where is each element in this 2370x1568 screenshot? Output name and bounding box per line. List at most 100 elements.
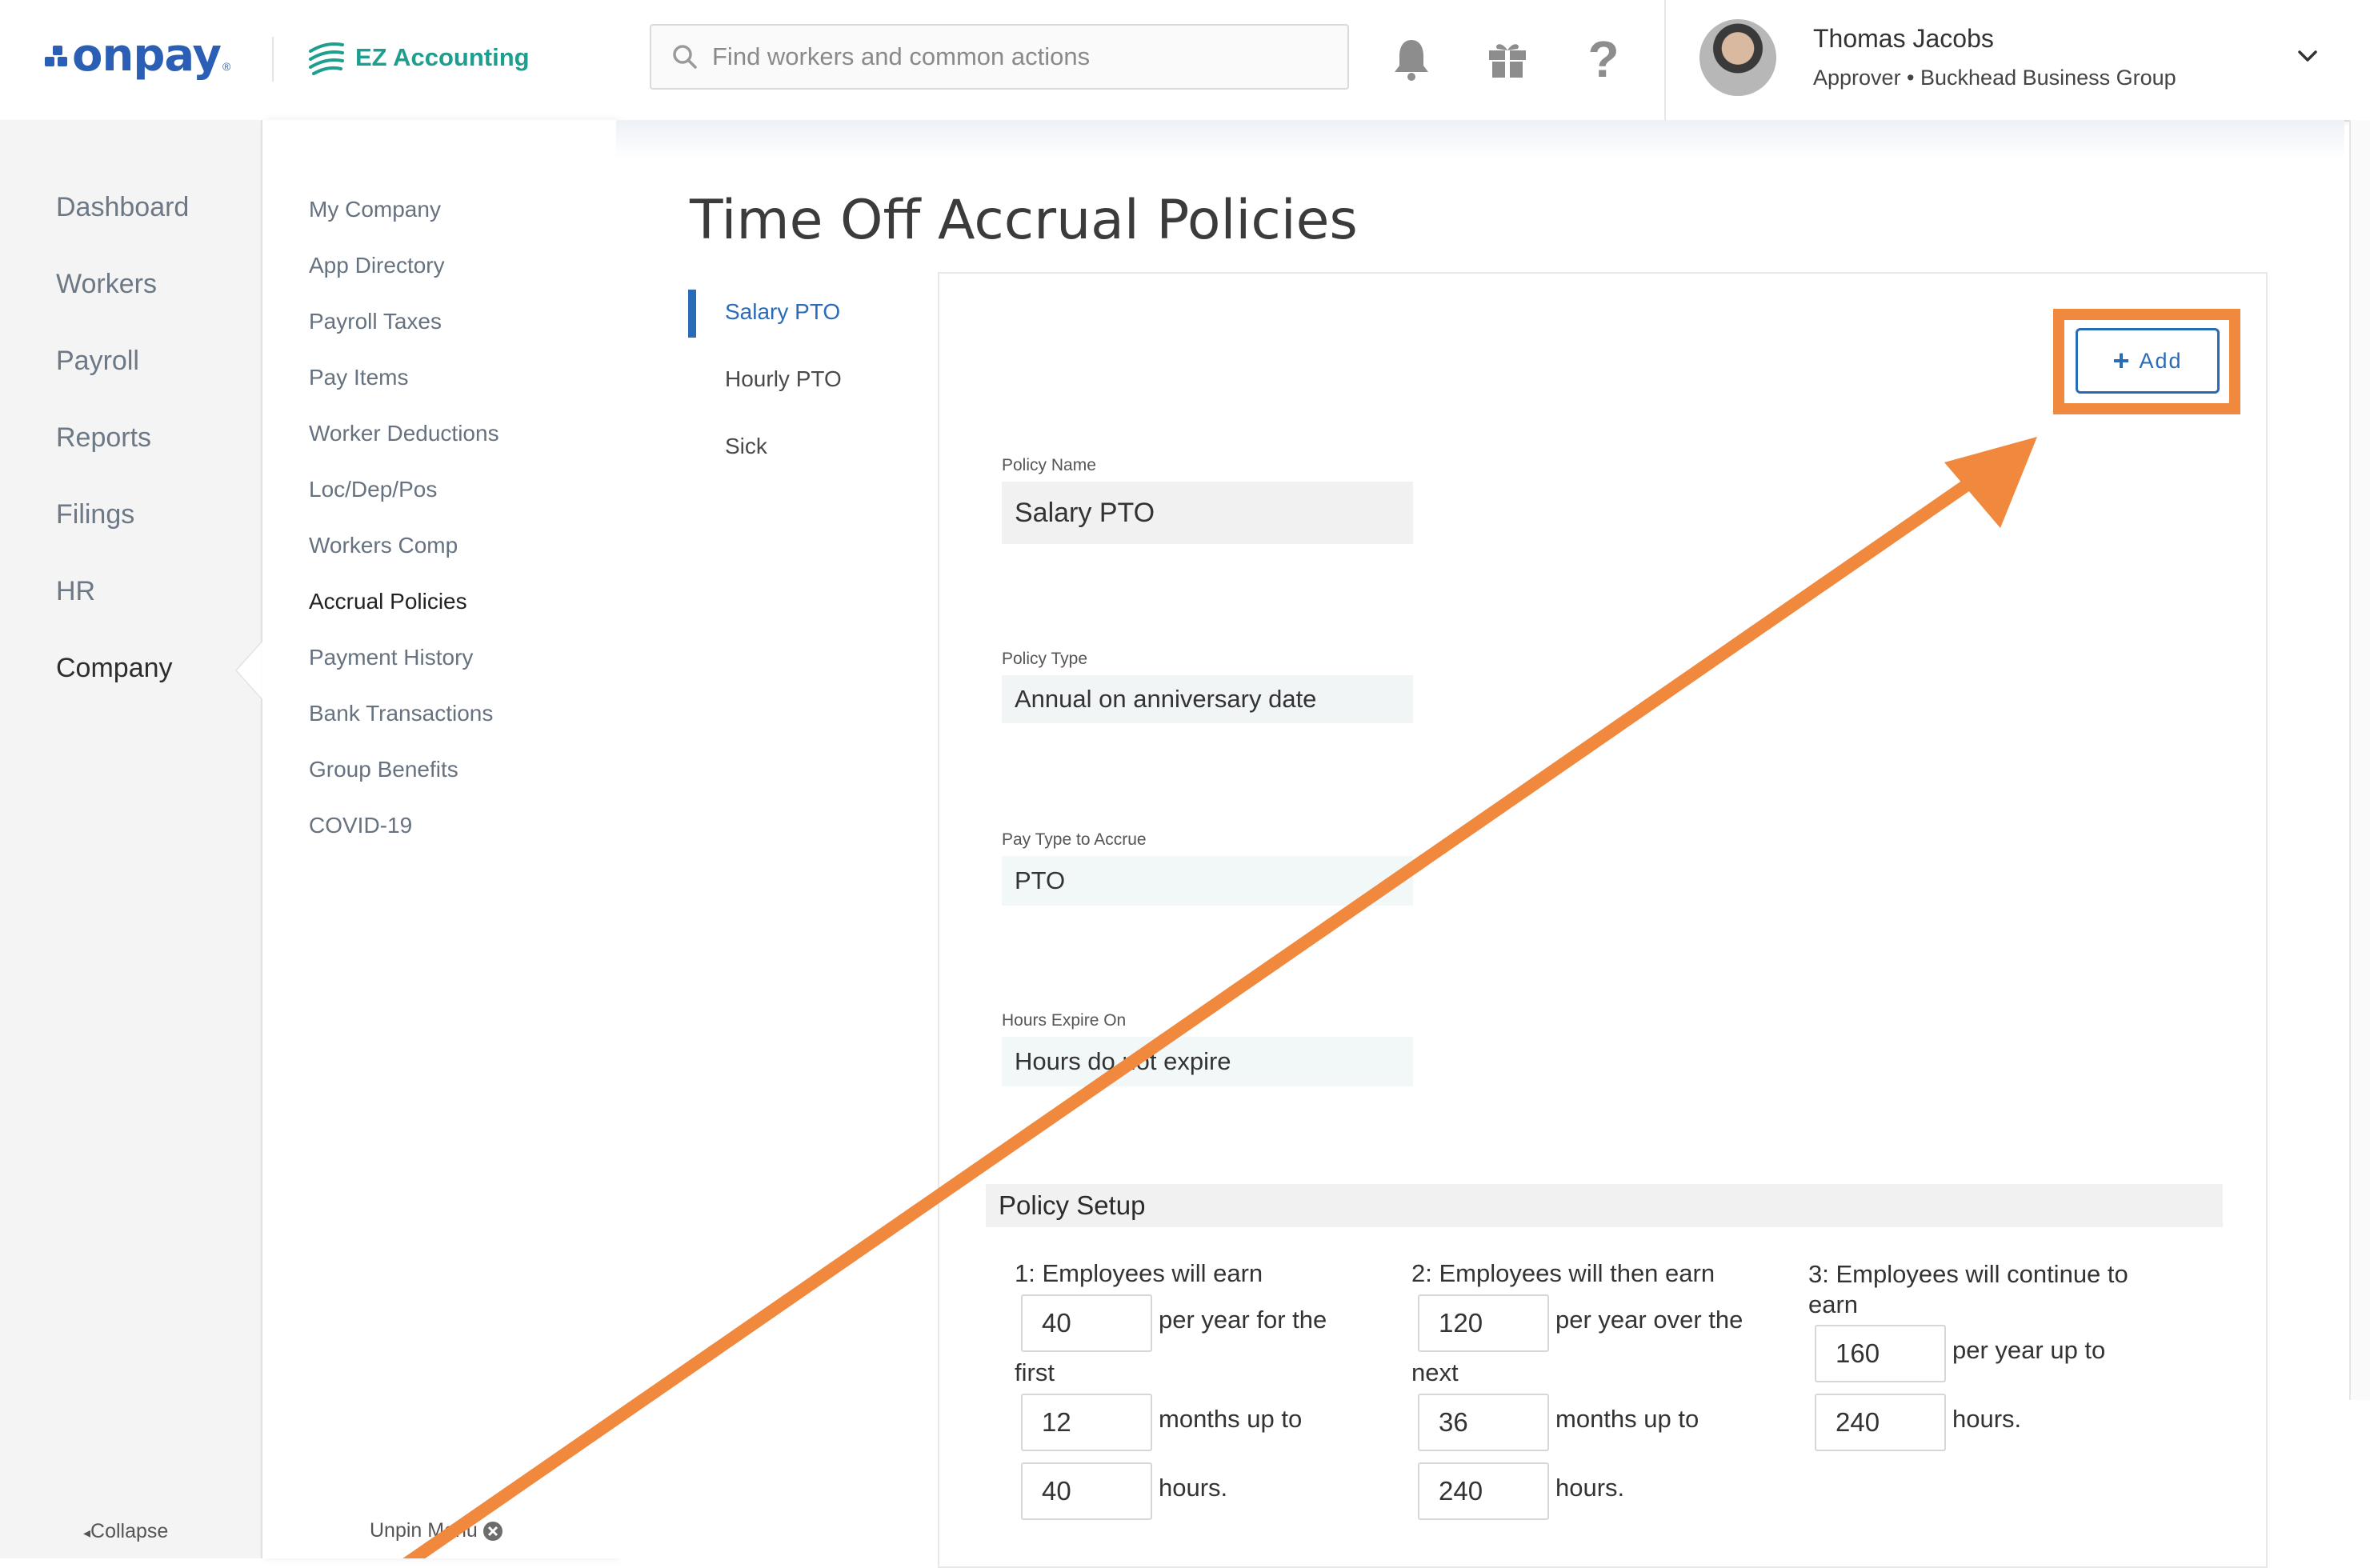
tier-2-heading: 2: Employees will then earn — [1411, 1259, 1715, 1287]
tier-1-cap-value: 40 — [1042, 1476, 1071, 1506]
unpin-menu-button[interactable]: Unpin Menu — [370, 1519, 503, 1542]
subnav-item-app-directory[interactable]: App Directory — [309, 253, 445, 278]
main-top-shade — [616, 120, 2344, 160]
page-title: Time Off Accrual Policies — [690, 189, 1358, 252]
pay-type-label: Pay Type to Accrue — [1002, 830, 1147, 849]
subnav-item-covid-19[interactable]: COVID-19 — [309, 813, 412, 838]
nav-item-filings[interactable]: Filings — [56, 499, 134, 530]
tier-1-months-suffix: months up to — [1159, 1405, 1303, 1433]
user-role: Approver • Buckhead Business Group — [1813, 66, 2176, 90]
tier-3-cap-value: 240 — [1836, 1407, 1880, 1437]
add-button-label: Add — [2139, 348, 2183, 373]
tier-3-cap-input[interactable]: 240 — [1815, 1394, 1946, 1451]
ez-accounting-logo[interactable]: EZ Accounting — [306, 32, 530, 83]
tier-3-cap-suffix: hours. — [1952, 1405, 2022, 1433]
bell-icon[interactable] — [1387, 34, 1435, 85]
search-icon — [673, 45, 697, 69]
policy-name-label: Policy Name — [1002, 456, 1096, 474]
tier-2-months-input[interactable]: 36 — [1418, 1394, 1549, 1451]
tier-2-cap-suffix: hours. — [1555, 1474, 1625, 1502]
collapse-button[interactable]: ◂Collapse — [83, 1520, 168, 1543]
tier-3-heading: 3: Employees will continue to earn — [1808, 1260, 2128, 1318]
nav-active-pointer — [237, 640, 264, 701]
search-input[interactable] — [711, 42, 1322, 72]
subnav-item-workers-comp[interactable]: Workers Comp — [309, 533, 458, 558]
policy-setup-title: Policy Setup — [999, 1190, 1146, 1220]
subnav-item-bank-transactions[interactable]: Bank Transactions — [309, 701, 493, 726]
policy-type-label: Policy Type — [1002, 650, 1087, 668]
tier-1-cap-suffix: hours. — [1159, 1474, 1228, 1502]
gift-icon[interactable] — [1483, 34, 1531, 85]
tier-3-rate-suffix: per year up to — [1952, 1336, 2106, 1364]
subnav-item-group-benefits[interactable]: Group Benefits — [309, 757, 458, 782]
tier-3-rate-value: 160 — [1836, 1338, 1880, 1368]
tier-1-rate-input[interactable]: 40 — [1021, 1294, 1152, 1352]
hours-expire-select[interactable]: Hours do not expire — [1002, 1037, 1413, 1086]
policy-name-input[interactable]: Salary PTO — [1002, 482, 1413, 544]
subnav-item-my-company[interactable]: My Company — [309, 197, 441, 222]
ez-accounting-logo-text: EZ Accounting — [355, 43, 530, 71]
tier-2-cap-input[interactable]: 240 — [1418, 1462, 1549, 1520]
tab-salary-pto[interactable]: Salary PTO — [725, 299, 840, 325]
tier-1-period-prefix: first — [1015, 1358, 1055, 1386]
tier-2-months-suffix: months up to — [1555, 1405, 1699, 1433]
nav-item-dashboard[interactable]: Dashboard — [56, 192, 189, 223]
close-circle-icon — [482, 1521, 502, 1541]
user-name[interactable]: Thomas Jacobs — [1813, 24, 1994, 54]
tier-2-cap-value: 240 — [1439, 1476, 1483, 1506]
tier-2-rate-value: 120 — [1439, 1308, 1483, 1338]
collapse-label: Collapse — [90, 1520, 169, 1542]
top-bar: onpay ® EZ Accounting ? — [0, 0, 2370, 122]
nav-item-reports[interactable]: Reports — [56, 422, 151, 454]
subnav-item-loc-dep-pos[interactable]: Loc/Dep/Pos — [309, 477, 437, 502]
add-policy-button[interactable]: + Add — [2076, 328, 2220, 394]
tier-2-rate-suffix: per year over the — [1555, 1306, 1743, 1334]
tier-2-rate-input[interactable]: 120 — [1418, 1294, 1549, 1352]
nav-item-company[interactable]: Company — [56, 653, 173, 684]
policy-type-select[interactable]: Annual on anniversary date — [1002, 675, 1413, 723]
onpay-logo-registered-mark: ® — [222, 60, 231, 73]
policy-type-value: Annual on anniversary date — [1015, 685, 1317, 713]
tier-1-rate-value: 40 — [1042, 1308, 1071, 1338]
secondary-nav: My Company App Directory Payroll Taxes P… — [262, 120, 616, 1558]
chevron-left-icon: ◂ — [83, 1525, 91, 1541]
help-icon[interactable]: ? — [1579, 30, 1627, 88]
tier-1-months-input[interactable]: 12 — [1021, 1394, 1152, 1451]
plus-icon: + — [2112, 344, 2132, 377]
pay-type-select[interactable]: PTO — [1002, 856, 1413, 906]
onpay-logo-mark — [45, 42, 69, 68]
search-bar[interactable] — [650, 24, 1349, 90]
tier-1-rate-suffix: per year for the — [1159, 1306, 1327, 1334]
tier-1-cap-input[interactable]: 40 — [1021, 1462, 1152, 1520]
onpay-logo-text: onpay — [72, 29, 222, 82]
scrollbar[interactable] — [2349, 120, 2370, 1400]
subnav-item-payroll-taxes[interactable]: Payroll Taxes — [309, 309, 442, 334]
subnav-item-pay-items[interactable]: Pay Items — [309, 365, 408, 390]
hours-expire-value: Hours do not expire — [1015, 1047, 1231, 1075]
nav-item-hr[interactable]: HR — [56, 576, 95, 607]
tab-sick[interactable]: Sick — [725, 434, 767, 459]
pay-type-value: PTO — [1015, 866, 1066, 894]
tier-2-period-prefix: next — [1411, 1358, 1459, 1386]
active-tab-indicator — [688, 290, 696, 338]
onpay-logo[interactable]: onpay ® — [45, 27, 230, 83]
avatar[interactable] — [1699, 19, 1776, 96]
nav-item-payroll[interactable]: Payroll — [56, 346, 139, 377]
logo-divider — [272, 37, 274, 82]
tier-2-months-value: 36 — [1439, 1407, 1468, 1437]
primary-nav: Dashboard Workers Payroll Reports Filing… — [0, 120, 262, 1558]
tier-1-heading: 1: Employees will earn — [1015, 1259, 1263, 1287]
tier-1-months-value: 12 — [1042, 1407, 1071, 1437]
subnav-item-worker-deductions[interactable]: Worker Deductions — [309, 421, 499, 446]
tier-3-rate-input[interactable]: 160 — [1815, 1325, 1946, 1382]
tab-hourly-pto[interactable]: Hourly PTO — [725, 366, 842, 392]
chevron-down-icon[interactable] — [2293, 42, 2322, 70]
subnav-item-payment-history[interactable]: Payment History — [309, 645, 473, 670]
subnav-item-accrual-policies[interactable]: Accrual Policies — [309, 589, 467, 614]
policy-setup-header: Policy Setup — [986, 1184, 2223, 1227]
policy-name-value: Salary PTO — [1015, 497, 1155, 528]
hours-expire-label: Hours Expire On — [1002, 1011, 1127, 1030]
nav-item-workers[interactable]: Workers — [56, 269, 157, 300]
ez-accounting-logo-mark — [309, 42, 344, 75]
user-divider — [1664, 0, 1666, 120]
